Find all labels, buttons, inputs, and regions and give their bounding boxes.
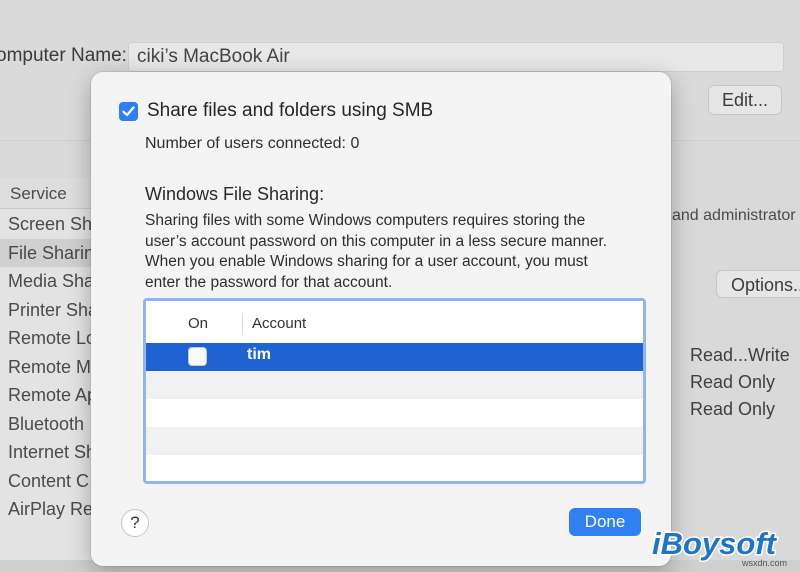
empty-table-row xyxy=(146,371,643,399)
permissions-list: Read...Write Read Only Read Only xyxy=(690,342,790,423)
svg-text:wsxdn.com: wsxdn.com xyxy=(741,558,787,568)
empty-table-row xyxy=(146,427,643,455)
permission-value[interactable]: Read...Write xyxy=(690,342,790,369)
permission-value[interactable]: Read Only xyxy=(690,369,790,396)
column-header-account[interactable]: Account xyxy=(252,315,306,332)
computer-name-label: omputer Name: xyxy=(0,45,127,66)
smb-checkbox[interactable] xyxy=(119,102,138,121)
windows-file-sharing-title: Windows File Sharing: xyxy=(145,184,325,204)
edit-button[interactable]: Edit... xyxy=(708,85,782,115)
service-header-label: Service xyxy=(10,184,67,203)
empty-table-row xyxy=(146,455,643,483)
done-button[interactable]: Done xyxy=(569,508,641,536)
accounts-table-rows: tim xyxy=(146,343,643,483)
empty-table-row xyxy=(146,399,643,427)
checkmark-icon xyxy=(122,106,135,117)
options-button[interactable]: Options... xyxy=(716,270,800,298)
svg-text:iBoysoft: iBoysoft xyxy=(652,526,778,561)
column-separator xyxy=(242,313,243,335)
account-enable-checkbox[interactable] xyxy=(188,347,207,366)
permission-value[interactable]: Read Only xyxy=(690,396,790,423)
smb-options-sheet: Share files and folders using SMB Number… xyxy=(91,72,671,566)
accounts-table[interactable]: On Account tim xyxy=(143,298,646,484)
help-button[interactable]: ? xyxy=(121,509,149,537)
computer-name-value: ciki’s MacBook Air xyxy=(137,46,290,67)
computer-name-field[interactable]: ciki’s MacBook Air xyxy=(128,42,784,72)
smb-checkbox-label: Share files and folders using SMB xyxy=(147,100,434,121)
accounts-table-header: On Account xyxy=(146,301,643,344)
users-connected-text: Number of users connected: 0 xyxy=(145,135,360,152)
column-header-on[interactable]: On xyxy=(188,315,208,332)
table-row[interactable]: tim xyxy=(146,343,643,371)
access-description-text: and administrator xyxy=(672,207,796,224)
account-name: tim xyxy=(247,346,271,363)
iboysoft-watermark-logo: iBoysoft wsxdn.com xyxy=(651,525,788,569)
windows-file-sharing-description: Sharing files with some Windows computer… xyxy=(145,212,608,291)
